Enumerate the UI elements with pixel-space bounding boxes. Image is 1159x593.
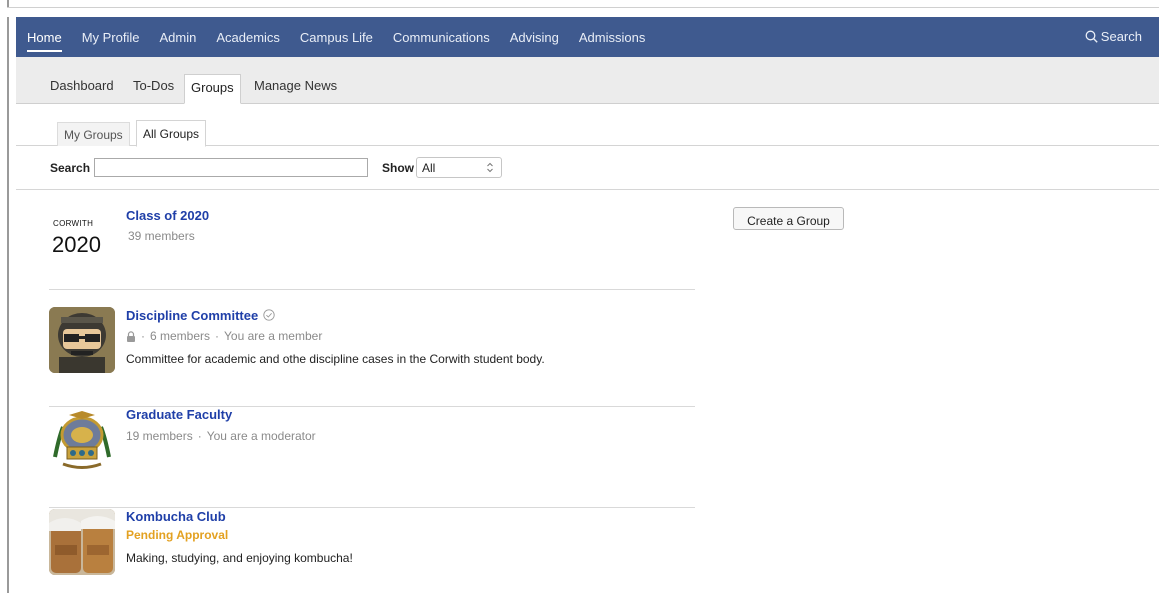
updown-chevron-icon (487, 162, 493, 173)
group-separator (49, 507, 695, 508)
thumb-caption-top: CORWITH (53, 219, 94, 228)
meta-separator: · (197, 429, 202, 443)
search-icon (1085, 30, 1098, 43)
filter-bar: Search Show All (16, 154, 1159, 190)
group-meta-row: 19 members · You are a moderator (126, 429, 316, 443)
subnav-todos[interactable]: To-Dos (133, 78, 174, 93)
group-name-link[interactable]: Graduate Faculty (126, 407, 232, 422)
tab-all-groups[interactable]: All Groups (136, 120, 207, 147)
nav-admin[interactable]: Admin (159, 27, 196, 52)
meta-separator: · (141, 329, 145, 343)
group-member-count: 6 members (150, 329, 211, 343)
nav-communications[interactable]: Communications (393, 27, 490, 52)
window-border-left (7, 0, 9, 593)
show-filter-select[interactable]: All (416, 157, 502, 178)
nav-admissions[interactable]: Admissions (579, 27, 645, 52)
nav-my-profile[interactable]: My Profile (82, 27, 140, 52)
group-item-graduate-faculty: Graduate Faculty 19 members · You are a … (49, 407, 695, 508)
group-thumbnail-kombucha-club[interactable] (49, 509, 115, 575)
group-thumbnail-discipline-committee[interactable] (49, 307, 115, 373)
group-thumbnail-class-of-2020[interactable]: CORWITH 2020 (49, 207, 115, 273)
groups-tab-strip: My Groups All Groups (16, 120, 1159, 147)
check-circle-icon (263, 309, 275, 321)
group-item-class-of-2020: CORWITH 2020 Class of 2020 39 members (49, 207, 695, 290)
group-search-input[interactable] (94, 158, 368, 177)
nav-advising[interactable]: Advising (510, 27, 559, 52)
nav-home[interactable]: Home (27, 27, 62, 52)
tab-my-groups[interactable]: My Groups (57, 122, 130, 146)
group-member-count: 19 members (126, 429, 193, 443)
group-description: Committee for academic and othe discipli… (126, 352, 545, 366)
seal-crest-image (49, 407, 115, 473)
group-name-link[interactable]: Kombucha Club (126, 509, 226, 524)
thumb-caption-main: 2020 (52, 232, 101, 257)
app-container: Home My Profile Admin Academics Campus L… (16, 17, 1159, 593)
top-navigation-bar: Home My Profile Admin Academics Campus L… (16, 17, 1159, 57)
kombucha-jars-image (49, 509, 115, 575)
meta-separator: · (215, 329, 220, 343)
nav-campus-life[interactable]: Campus Life (300, 27, 373, 52)
group-item-kombucha-club: Kombucha Club Pending Approval Making, s… (49, 509, 695, 589)
group-name-link[interactable]: Class of 2020 (126, 208, 209, 223)
create-group-button[interactable]: Create a Group (733, 207, 844, 230)
search-label: Search (1100, 29, 1142, 44)
window-border-top (7, 7, 1159, 17)
subnav-groups[interactable]: Groups (184, 74, 241, 104)
group-member-count: 39 members (128, 229, 195, 243)
sub-navigation-bar: Dashboard To-Dos Groups Manage News (16, 57, 1159, 104)
pending-approval-status: Pending Approval (126, 528, 229, 542)
group-role: You are a member (224, 329, 323, 343)
show-filter-value: All (422, 161, 436, 175)
group-meta-row: · 6 members · You are a member (126, 329, 322, 343)
subnav-dashboard[interactable]: Dashboard (50, 78, 114, 93)
subnav-manage-news[interactable]: Manage News (254, 78, 337, 93)
search-field-label: Search (50, 161, 91, 175)
group-separator (49, 289, 695, 290)
group-thumbnail-graduate-faculty[interactable] (49, 407, 115, 473)
nav-academics[interactable]: Academics (216, 27, 280, 52)
lock-icon (127, 330, 135, 342)
search-button[interactable]: Search (1085, 29, 1142, 44)
group-item-discipline-committee: Discipline Committee · 6 members · You a… (49, 307, 695, 407)
show-filter-label: Show (382, 161, 414, 175)
group-description: Making, studying, and enjoying kombucha! (126, 551, 353, 565)
group-name-link[interactable]: Discipline Committee (126, 308, 275, 323)
group-role: You are a moderator (206, 429, 316, 443)
riot-officer-avatar (49, 307, 115, 373)
group-name-text: Discipline Committee (126, 308, 259, 323)
